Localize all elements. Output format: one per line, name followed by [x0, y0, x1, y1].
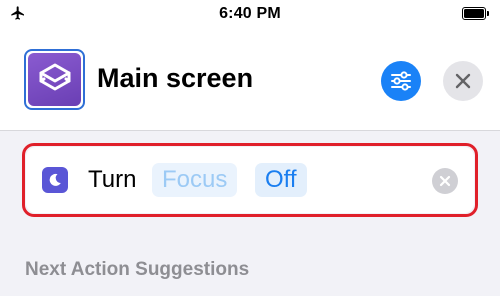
- shortcut-icon-button[interactable]: [24, 49, 85, 110]
- shortcuts-icon: [28, 53, 81, 106]
- remove-action-button[interactable]: [432, 168, 458, 194]
- state-parameter[interactable]: Off: [255, 163, 307, 197]
- moon-icon: [42, 167, 68, 193]
- shortcut-header: Main screen: [0, 30, 500, 131]
- action-verb: Turn: [88, 166, 137, 193]
- suggestions-header: Next Action Suggestions: [25, 259, 250, 280]
- battery-icon: [462, 7, 490, 20]
- focus-parameter[interactable]: Focus: [152, 163, 238, 197]
- sliders-icon: [391, 71, 411, 91]
- status-time: 6:40 PM: [219, 5, 281, 22]
- close-icon: [455, 73, 471, 89]
- status-bar: 6:40 PM: [0, 0, 500, 30]
- settings-button[interactable]: [381, 61, 421, 101]
- shortcut-title[interactable]: Main screen: [97, 63, 253, 94]
- remove-icon: [439, 175, 451, 187]
- close-button[interactable]: [443, 61, 483, 101]
- focus-action-card[interactable]: Turn Focus Off: [26, 147, 474, 213]
